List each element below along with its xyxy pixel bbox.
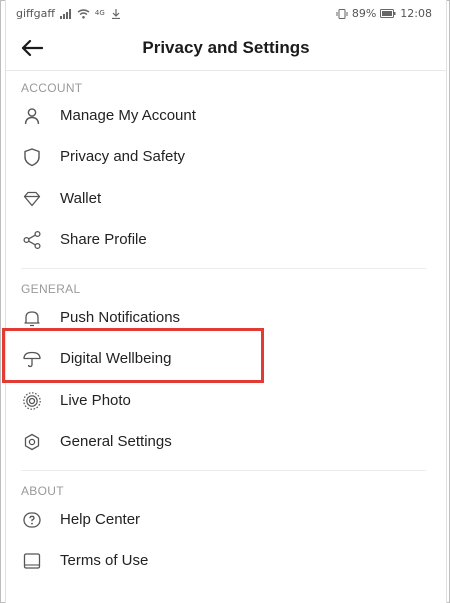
status-bar-left: giffgaff 4G xyxy=(16,7,120,20)
carrier-label: giffgaff xyxy=(16,7,55,20)
menu-item-label: Terms of Use xyxy=(60,552,149,569)
person-icon xyxy=(24,108,40,125)
status-bar: giffgaff 4G 89% 12:08 xyxy=(6,0,446,26)
gear-icon xyxy=(24,433,40,451)
menu-item-terms-of-use[interactable]: Terms of Use xyxy=(6,543,446,579)
menu-item-label: Manage My Account xyxy=(60,107,196,124)
battery-icon xyxy=(380,9,396,18)
wifi-icon xyxy=(77,8,90,19)
live-photo-icon xyxy=(23,392,41,410)
network-speed-label: 4G xyxy=(94,9,105,17)
menu-item-label: Privacy and Safety xyxy=(60,148,186,165)
phone-screen: giffgaff 4G 89% 12:08 Privacy and Settin… xyxy=(5,0,447,603)
share-icon xyxy=(23,230,41,250)
battery-percent: 89% xyxy=(351,7,377,20)
menu-item-label: Wallet xyxy=(60,190,102,207)
menu-item-live-photo[interactable]: Live Photo xyxy=(6,383,446,419)
bell-icon xyxy=(24,311,40,327)
menu-item-label: Help Center xyxy=(60,511,141,528)
menu-item-wallet[interactable]: Wallet xyxy=(6,181,446,217)
menu-item-privacy-safety[interactable]: Privacy and Safety xyxy=(6,139,446,175)
app-header: Privacy and Settings xyxy=(6,26,446,71)
shield-icon xyxy=(24,148,40,167)
menu-item-label: Share Profile xyxy=(60,231,147,248)
vibrate-icon xyxy=(336,8,348,19)
diamond-icon xyxy=(23,191,41,207)
highlight-box xyxy=(2,328,264,383)
section-header-general: GENERAL xyxy=(21,282,81,296)
page-title: Privacy and Settings xyxy=(142,38,310,57)
menu-item-general-settings[interactable]: General Settings xyxy=(6,424,446,460)
section-divider xyxy=(21,268,426,269)
section-header-about: ABOUT xyxy=(21,484,64,498)
signal-icon xyxy=(59,8,71,19)
menu-item-label: General Settings xyxy=(60,433,172,450)
clock: 12:08 xyxy=(400,7,432,20)
section-divider xyxy=(21,470,426,471)
menu-item-label: Live Photo xyxy=(60,392,131,409)
status-bar-right: 89% 12:08 xyxy=(336,7,432,20)
help-icon xyxy=(23,512,41,528)
document-icon xyxy=(23,553,41,569)
menu-item-manage-account[interactable]: Manage My Account xyxy=(6,98,446,134)
section-header-account: ACCOUNT xyxy=(21,81,83,95)
menu-item-label: Push Notifications xyxy=(60,309,181,326)
menu-item-share-profile[interactable]: Share Profile xyxy=(6,222,446,258)
download-icon xyxy=(111,8,120,19)
menu-item-help-center[interactable]: Help Center xyxy=(6,502,446,538)
